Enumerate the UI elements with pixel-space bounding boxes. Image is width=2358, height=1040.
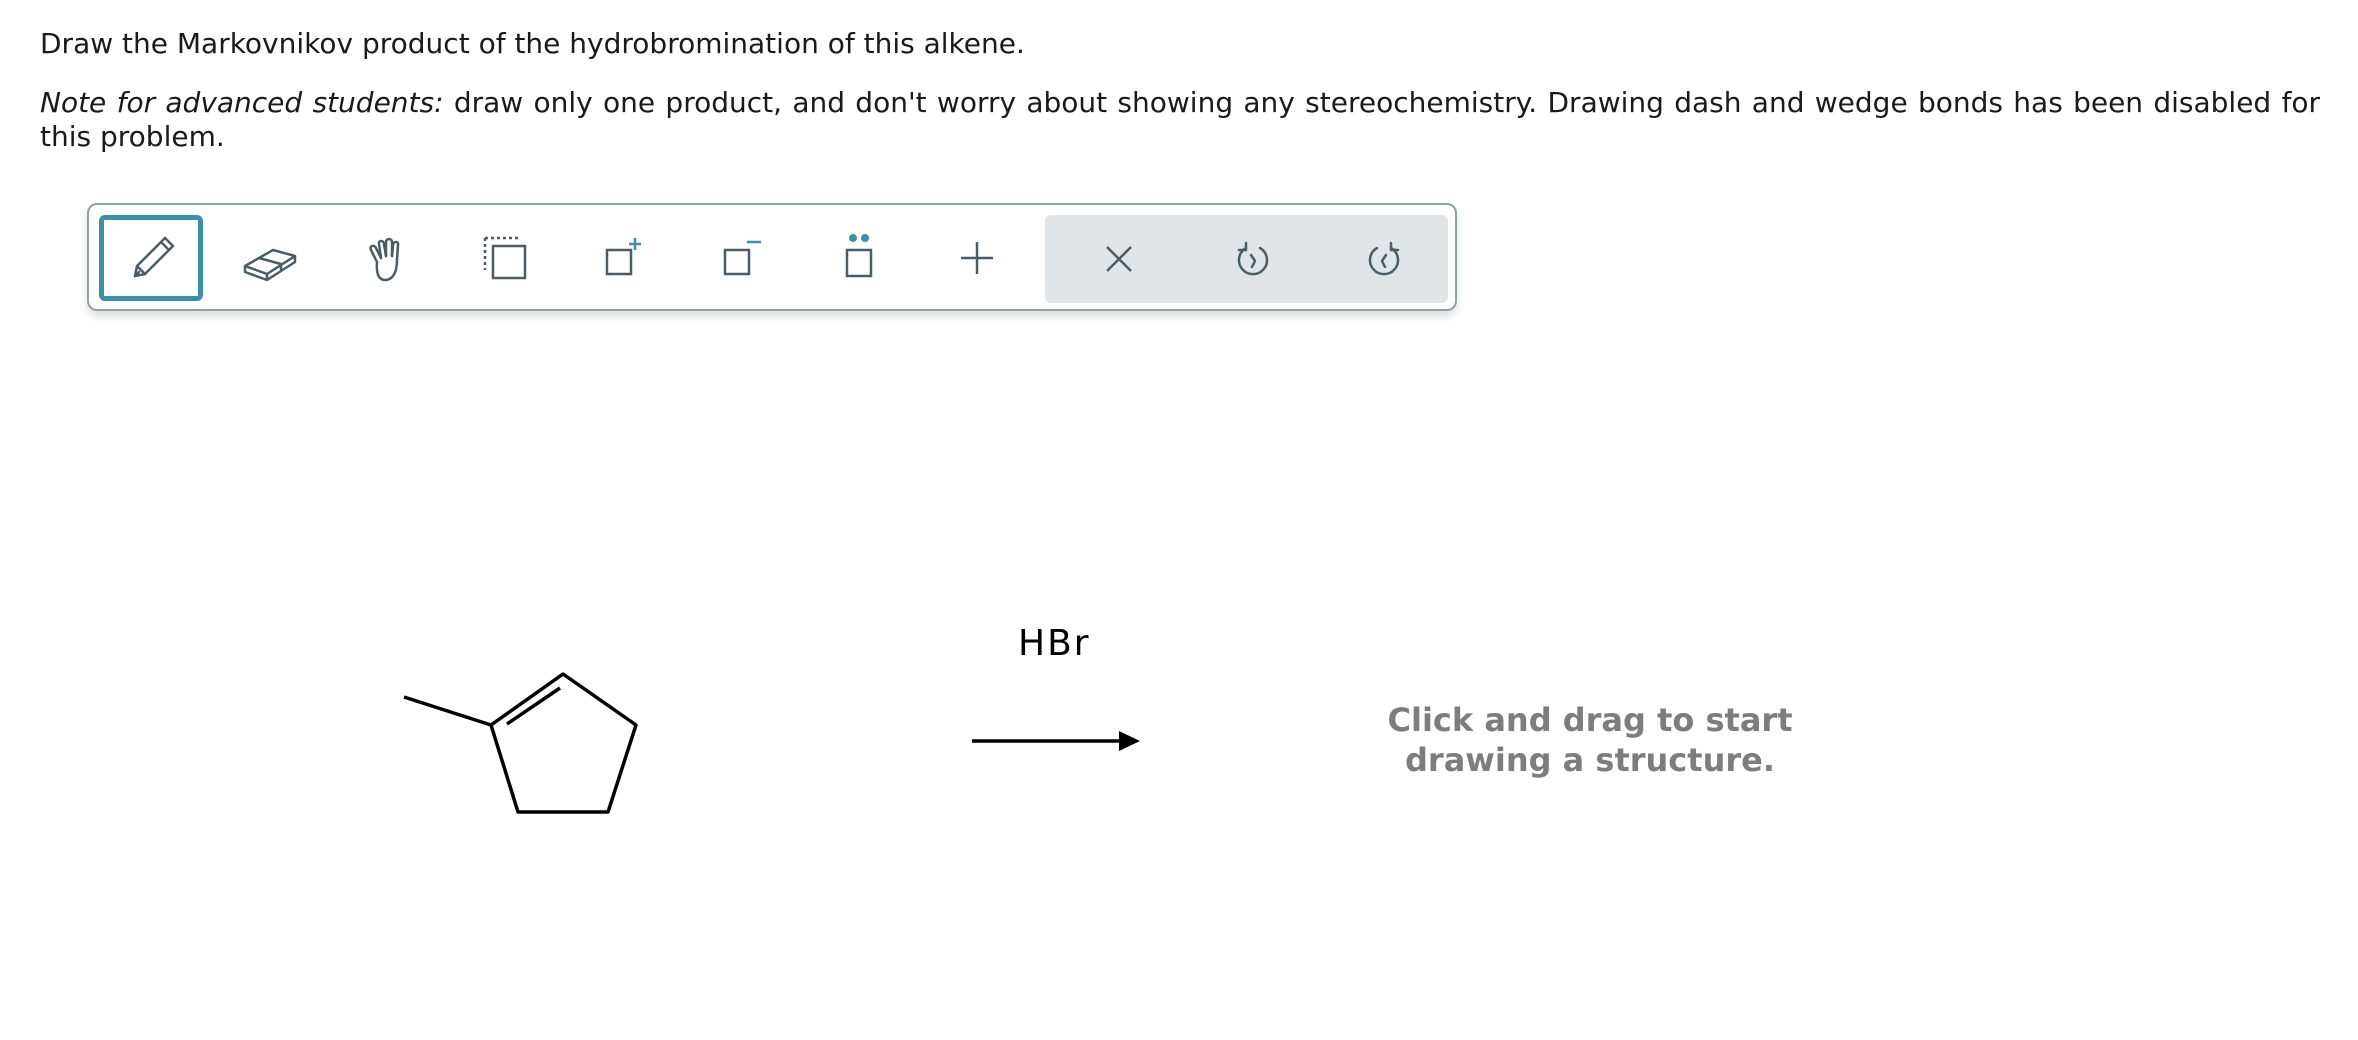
cyclopentene-ring [403, 672, 638, 814]
canvas-hint-line1: Click and drag to start [1387, 701, 1793, 739]
canvas-hint-line2: drawing a structure. [1405, 741, 1775, 779]
methyl-bond [403, 695, 492, 727]
reactant-structure [403, 672, 1140, 814]
canvas-hint: Click and drag to start drawing a struct… [1340, 700, 1840, 780]
reagent-label: HBr [1018, 623, 1091, 664]
reaction-arrow [972, 731, 1140, 751]
